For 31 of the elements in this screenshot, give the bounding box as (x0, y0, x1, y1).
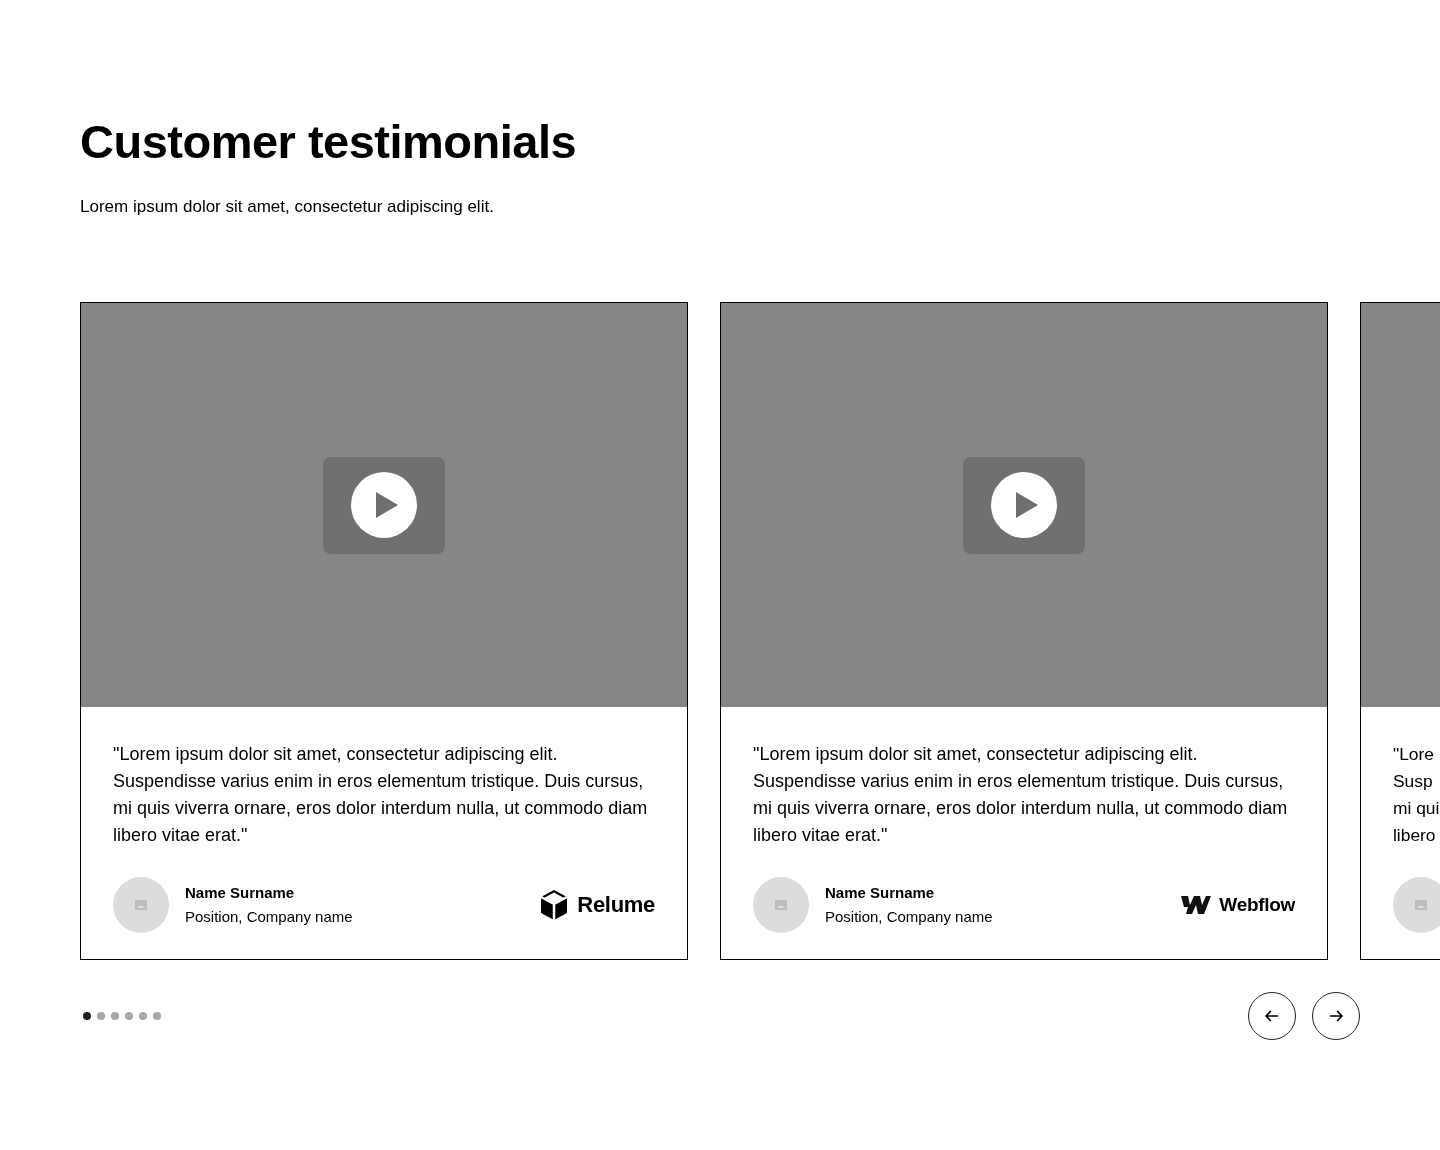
image-icon (1415, 900, 1427, 910)
play-button[interactable] (323, 456, 445, 554)
section-subtitle: Lorem ipsum dolor sit amet, consectetur adipiscing elit. (80, 196, 494, 218)
author-position: Position, Company name (825, 907, 993, 927)
slide-dot[interactable] (83, 1012, 91, 1020)
author-name: Name Surname (185, 883, 295, 903)
testimonial-quote: Susp (1393, 770, 1433, 793)
section-title: Customer testimonials (80, 114, 578, 170)
slide-dot[interactable] (111, 1012, 119, 1020)
slide-dot[interactable] (153, 1012, 161, 1020)
next-button[interactable] (1312, 992, 1360, 1040)
play-icon (351, 472, 417, 538)
testimonial-quote: mi qui (1393, 797, 1440, 820)
image-icon (775, 900, 787, 910)
testimonial-quote: "Lorem ipsum dolor sit amet, consectetur adipiscing elit. Suspendisse varius enim in eros elementum tristique. Duis cursus, mi quis viverra ornare, eros dolor interdum nulla, ut commodo diam libero vitae erat." (753, 743, 1289, 847)
author-name: Name Surname (825, 883, 935, 903)
play-button[interactable] (963, 456, 1085, 554)
slide-dot[interactable] (97, 1012, 105, 1020)
cube-icon (539, 889, 570, 921)
testimonial-quote: "Lorem ipsum dolor sit amet, consectetur adipiscing elit. Suspendisse varius enim in eros elementum tristique. Duis cursus, mi quis viverra ornare, eros dolor interdum nulla, ut commodo diam libero vitae erat." (113, 743, 649, 847)
previous-button[interactable] (1248, 992, 1296, 1040)
author-position: Position, Company name (185, 907, 353, 927)
company-logo-text: Webflow (1219, 894, 1295, 916)
logo-icon (1181, 896, 1212, 914)
play-icon (991, 472, 1057, 538)
slide-dot[interactable] (139, 1012, 147, 1020)
testimonial-quote: "Lore (1393, 743, 1434, 766)
image-icon (135, 900, 147, 910)
testimonial-quote: libero (1393, 824, 1436, 847)
slide-dot[interactable] (125, 1012, 133, 1020)
company-logo-text: Relume (577, 892, 655, 918)
